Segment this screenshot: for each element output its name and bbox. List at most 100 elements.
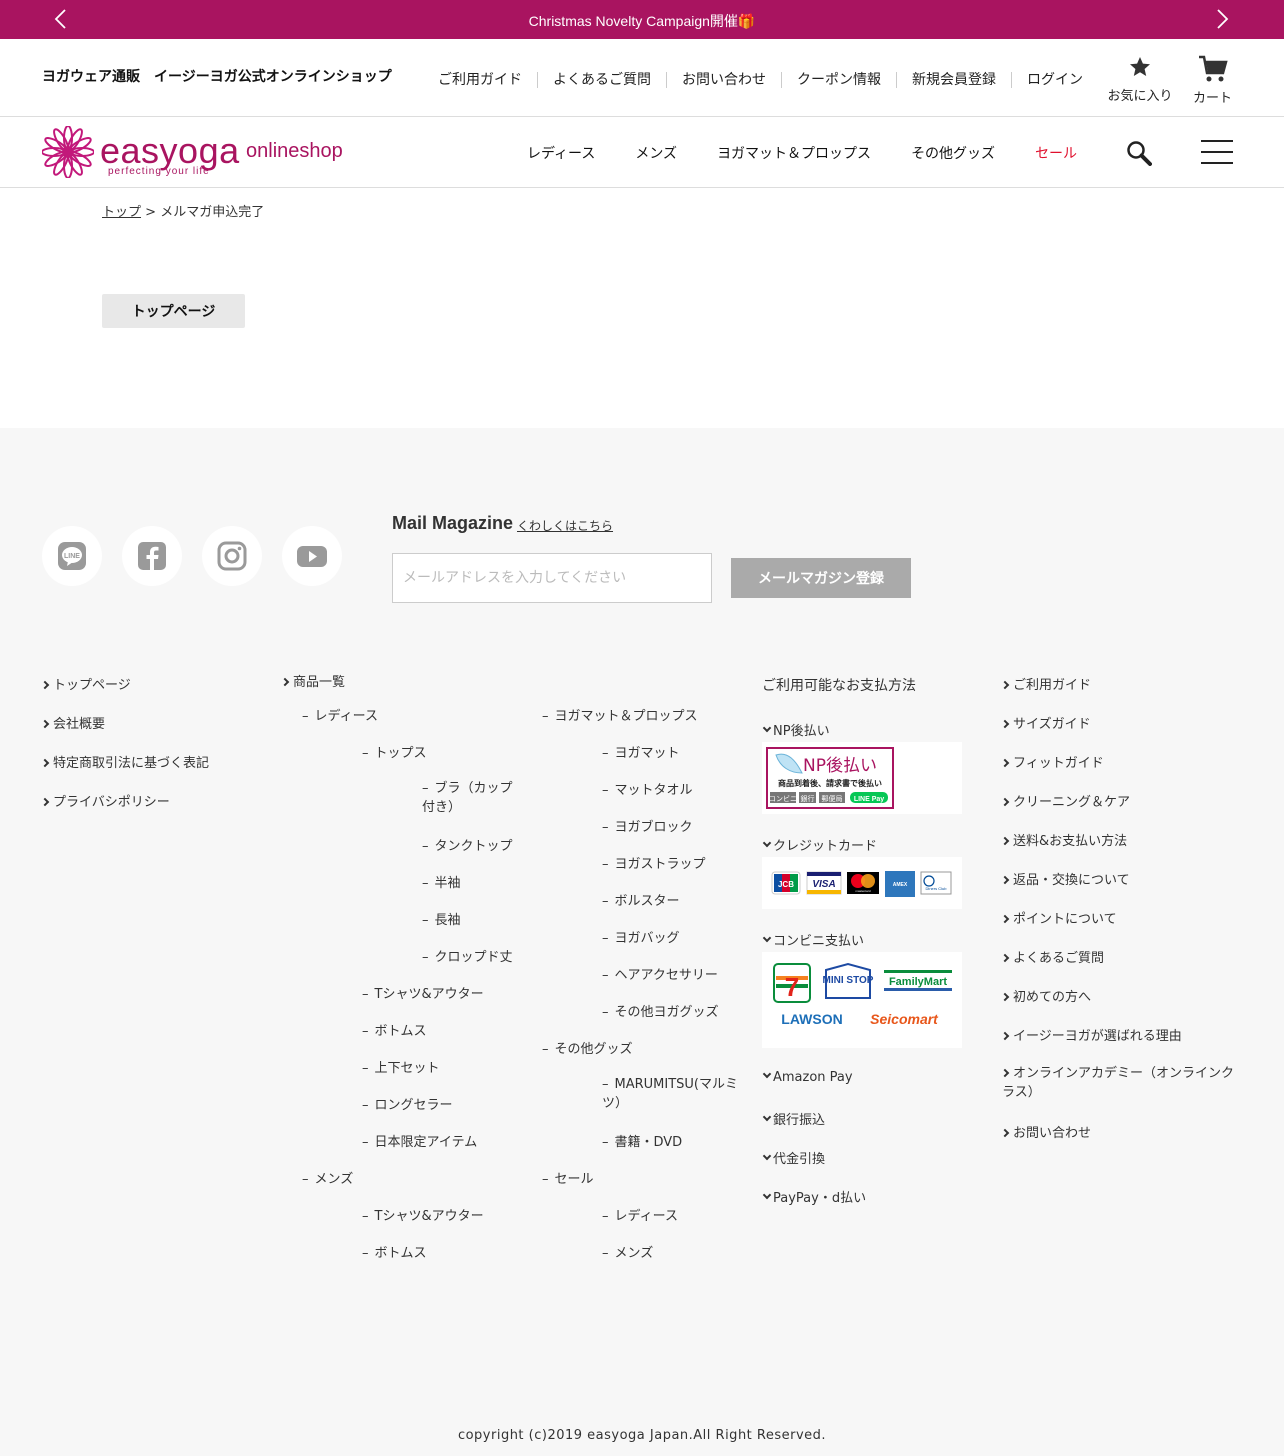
footer-link-marumitsu[interactable]: – MARUMITSU(マルミツ） <box>602 1075 742 1113</box>
site-logo[interactable]: easyoga perfecting your life onlineshop <box>42 126 352 178</box>
util-link-faq[interactable]: よくあるご質問 <box>537 72 666 88</box>
footer-link-label: ポイントについて <box>1013 912 1117 927</box>
footer-link-ladies[interactable]: – レディース <box>302 705 378 724</box>
footer-link-mats-props[interactable]: – ヨガマット＆プロップス <box>542 705 698 724</box>
util-link-register[interactable]: 新規会員登録 <box>896 72 1011 88</box>
favorites-button[interactable]: お気に入り <box>1100 55 1180 104</box>
footer-link-ladies-sets[interactable]: – 上下セット <box>362 1057 440 1076</box>
breadcrumb: トップ > メルマガ申込完了 <box>102 201 264 220</box>
footer-link-mens[interactable]: – メンズ <box>302 1168 353 1187</box>
footer-link-yoga-bag[interactable]: – ヨガバッグ <box>602 927 680 946</box>
footer-link-label: レディース <box>614 1209 678 1224</box>
footer-link-tokusho[interactable]: 特定商取引法に基づく表記 <box>40 752 209 771</box>
footer-link-yoga-strap[interactable]: – ヨガストラップ <box>602 853 706 872</box>
footer-link-products[interactable]: 商品一覧 <box>280 671 345 690</box>
footer-link-yoga-mat[interactable]: – ヨガマット <box>602 742 680 761</box>
footer-link-hair-accessory[interactable]: – ヘアアクセサリー <box>602 964 718 983</box>
footer-link-label: マットタオル <box>614 783 693 798</box>
footer-link-other-yoga-goods[interactable]: – その他ヨガグッズ <box>602 1001 719 1020</box>
hamburger-menu-icon[interactable] <box>1201 139 1233 165</box>
search-icon[interactable] <box>1126 140 1152 166</box>
nav-mats-props[interactable]: ヨガマット＆プロップス <box>697 143 891 163</box>
chevron-right-icon <box>1000 914 1010 924</box>
mail-magazine-submit-button[interactable]: メールマガジン登録 <box>731 558 911 598</box>
chevron-right-icon <box>1000 797 1010 807</box>
footer-link-size-guide[interactable]: サイズガイド <box>1000 713 1091 732</box>
util-link-login[interactable]: ログイン <box>1011 72 1098 88</box>
chevron-right-icon[interactable] <box>1211 8 1233 30</box>
footer-link-mens-tshirt-outer[interactable]: – Tシャツ&アウター <box>362 1205 484 1224</box>
promo-banner[interactable]: Christmas Novelty Campaign開催🎁 <box>0 0 1284 39</box>
footer-link-privacy[interactable]: プライバシポリシー <box>40 791 170 810</box>
chevron-down-icon <box>762 838 772 848</box>
payment-paypay-toggle[interactable]: PayPay・d払い <box>762 1187 866 1206</box>
footer-link-mat-towel[interactable]: – マットタオル <box>602 779 693 798</box>
footer-link-points[interactable]: ポイントについて <box>1000 908 1117 927</box>
footer-link-ladies-tops[interactable]: – トップス <box>362 742 427 761</box>
mail-magazine-email-input[interactable] <box>392 553 712 603</box>
star-icon <box>1130 57 1150 76</box>
util-link-coupon[interactable]: クーポン情報 <box>781 72 896 88</box>
toppage-button[interactable]: トップページ <box>102 294 245 328</box>
payment-np-toggle[interactable]: NP後払い <box>762 720 830 739</box>
footer-link-label: トップス <box>374 746 427 761</box>
footer-link-ladies-long-sleeve[interactable]: – 長袖 <box>422 909 461 928</box>
banner-text[interactable]: Christmas Novelty Campaign開催🎁 <box>0 11 1284 31</box>
nav-sale[interactable]: セール <box>1015 143 1097 163</box>
footer-link-ladies-tshirt-outer[interactable]: – Tシャツ&アウター <box>362 983 484 1002</box>
payment-methods-title: ご利用可能なお支払方法 <box>762 678 916 694</box>
payment-conveni-toggle[interactable]: コンビニ支払い <box>762 930 864 949</box>
footer-link-label: 長袖 <box>434 913 461 928</box>
footer-link-other-goods[interactable]: – その他グッズ <box>542 1038 633 1057</box>
social-instagram[interactable] <box>202 526 262 586</box>
footer-link-ladies-bottoms[interactable]: – ボトムス <box>362 1020 427 1039</box>
footer-link-ladies-cropped[interactable]: – クロップド丈 <box>422 946 513 965</box>
footer-link-ladies-short-sleeve[interactable]: – 半袖 <box>422 872 461 891</box>
footer-link-online-academy[interactable]: オンラインアカデミー（オンラインクラス） <box>1000 1064 1242 1102</box>
conveni-logos-box: 7 MINI STOP FamilyMart LAWSON Seicomart <box>762 952 962 1048</box>
footer-link-faq[interactable]: よくあるご質問 <box>1000 947 1105 966</box>
footer-link-mens-bottoms[interactable]: – ボトムス <box>362 1242 427 1261</box>
footer-link-guide[interactable]: ご利用ガイド <box>1000 674 1091 693</box>
mail-magazine-details-link[interactable]: くわしくはこちら <box>517 517 613 534</box>
footer-link-ladies-bra[interactable]: – ブラ（カップ付き） <box>422 779 522 817</box>
footer-link-fit-guide[interactable]: フィットガイド <box>1000 752 1104 771</box>
footer-link-yoga-block[interactable]: – ヨガブロック <box>602 816 693 835</box>
logo-tagline: perfecting your life <box>108 166 210 177</box>
social-facebook[interactable] <box>122 526 182 586</box>
payment-amazonpay-toggle[interactable]: Amazon Pay <box>762 1069 853 1085</box>
nav-other-goods[interactable]: その他グッズ <box>891 143 1015 163</box>
footer-link-sale-mens[interactable]: – メンズ <box>602 1242 653 1261</box>
footer-link-ladies-longseller[interactable]: – ロングセラー <box>362 1094 453 1113</box>
social-line[interactable]: LINE <box>42 526 102 586</box>
chevron-right-icon <box>1000 875 1010 885</box>
footer-link-cleaning-care[interactable]: クリーニング＆ケア <box>1000 791 1130 810</box>
footer-link-toppage[interactable]: トップページ <box>40 674 131 693</box>
footer-link-shipping[interactable]: 送料&お支払い方法 <box>1000 830 1127 849</box>
footer-link-books-dvd[interactable]: – 書籍・DVD <box>602 1131 682 1150</box>
footer-link-why-easyoga[interactable]: イージーヨガが選ばれる理由 <box>1000 1025 1182 1044</box>
footer-link-sale[interactable]: – セール <box>542 1168 594 1187</box>
footer-link-contact[interactable]: お問い合わせ <box>1000 1122 1091 1141</box>
footer-link-company[interactable]: 会社概要 <box>40 713 105 732</box>
nav-mens[interactable]: メンズ <box>615 143 697 163</box>
nav-ladies[interactable]: レディース <box>507 143 615 163</box>
footer-link-ladies-tanktop[interactable]: – タンクトップ <box>422 835 513 854</box>
footer-link-label: ヨガバッグ <box>614 931 680 946</box>
footer-link-label: よくあるご質問 <box>1013 951 1105 966</box>
util-link-contact[interactable]: お問い合わせ <box>666 72 781 88</box>
payment-credit-toggle[interactable]: クレジットカード <box>762 835 877 854</box>
breadcrumb-home-link[interactable]: トップ <box>102 205 141 220</box>
social-youtube[interactable] <box>282 526 342 586</box>
payment-cod-toggle[interactable]: 代金引換 <box>762 1148 825 1167</box>
footer-link-first-time[interactable]: 初めての方へ <box>1000 986 1091 1005</box>
footer-link-ladies-japan-limited[interactable]: – 日本限定アイテム <box>362 1131 477 1150</box>
cart-button[interactable]: カート <box>1185 55 1240 106</box>
store-ministop: MINI STOP <box>823 975 874 986</box>
footer-link-returns[interactable]: 返品・交換について <box>1000 869 1130 888</box>
main-nav: レディース メンズ ヨガマット＆プロップス その他グッズ セール <box>507 143 1097 163</box>
util-link-guide[interactable]: ご利用ガイド <box>423 72 537 88</box>
footer-link-bolster[interactable]: – ボルスター <box>602 890 680 909</box>
footer-link-sale-ladies[interactable]: – レディース <box>602 1205 678 1224</box>
payment-bank-toggle[interactable]: 銀行振込 <box>762 1109 825 1128</box>
